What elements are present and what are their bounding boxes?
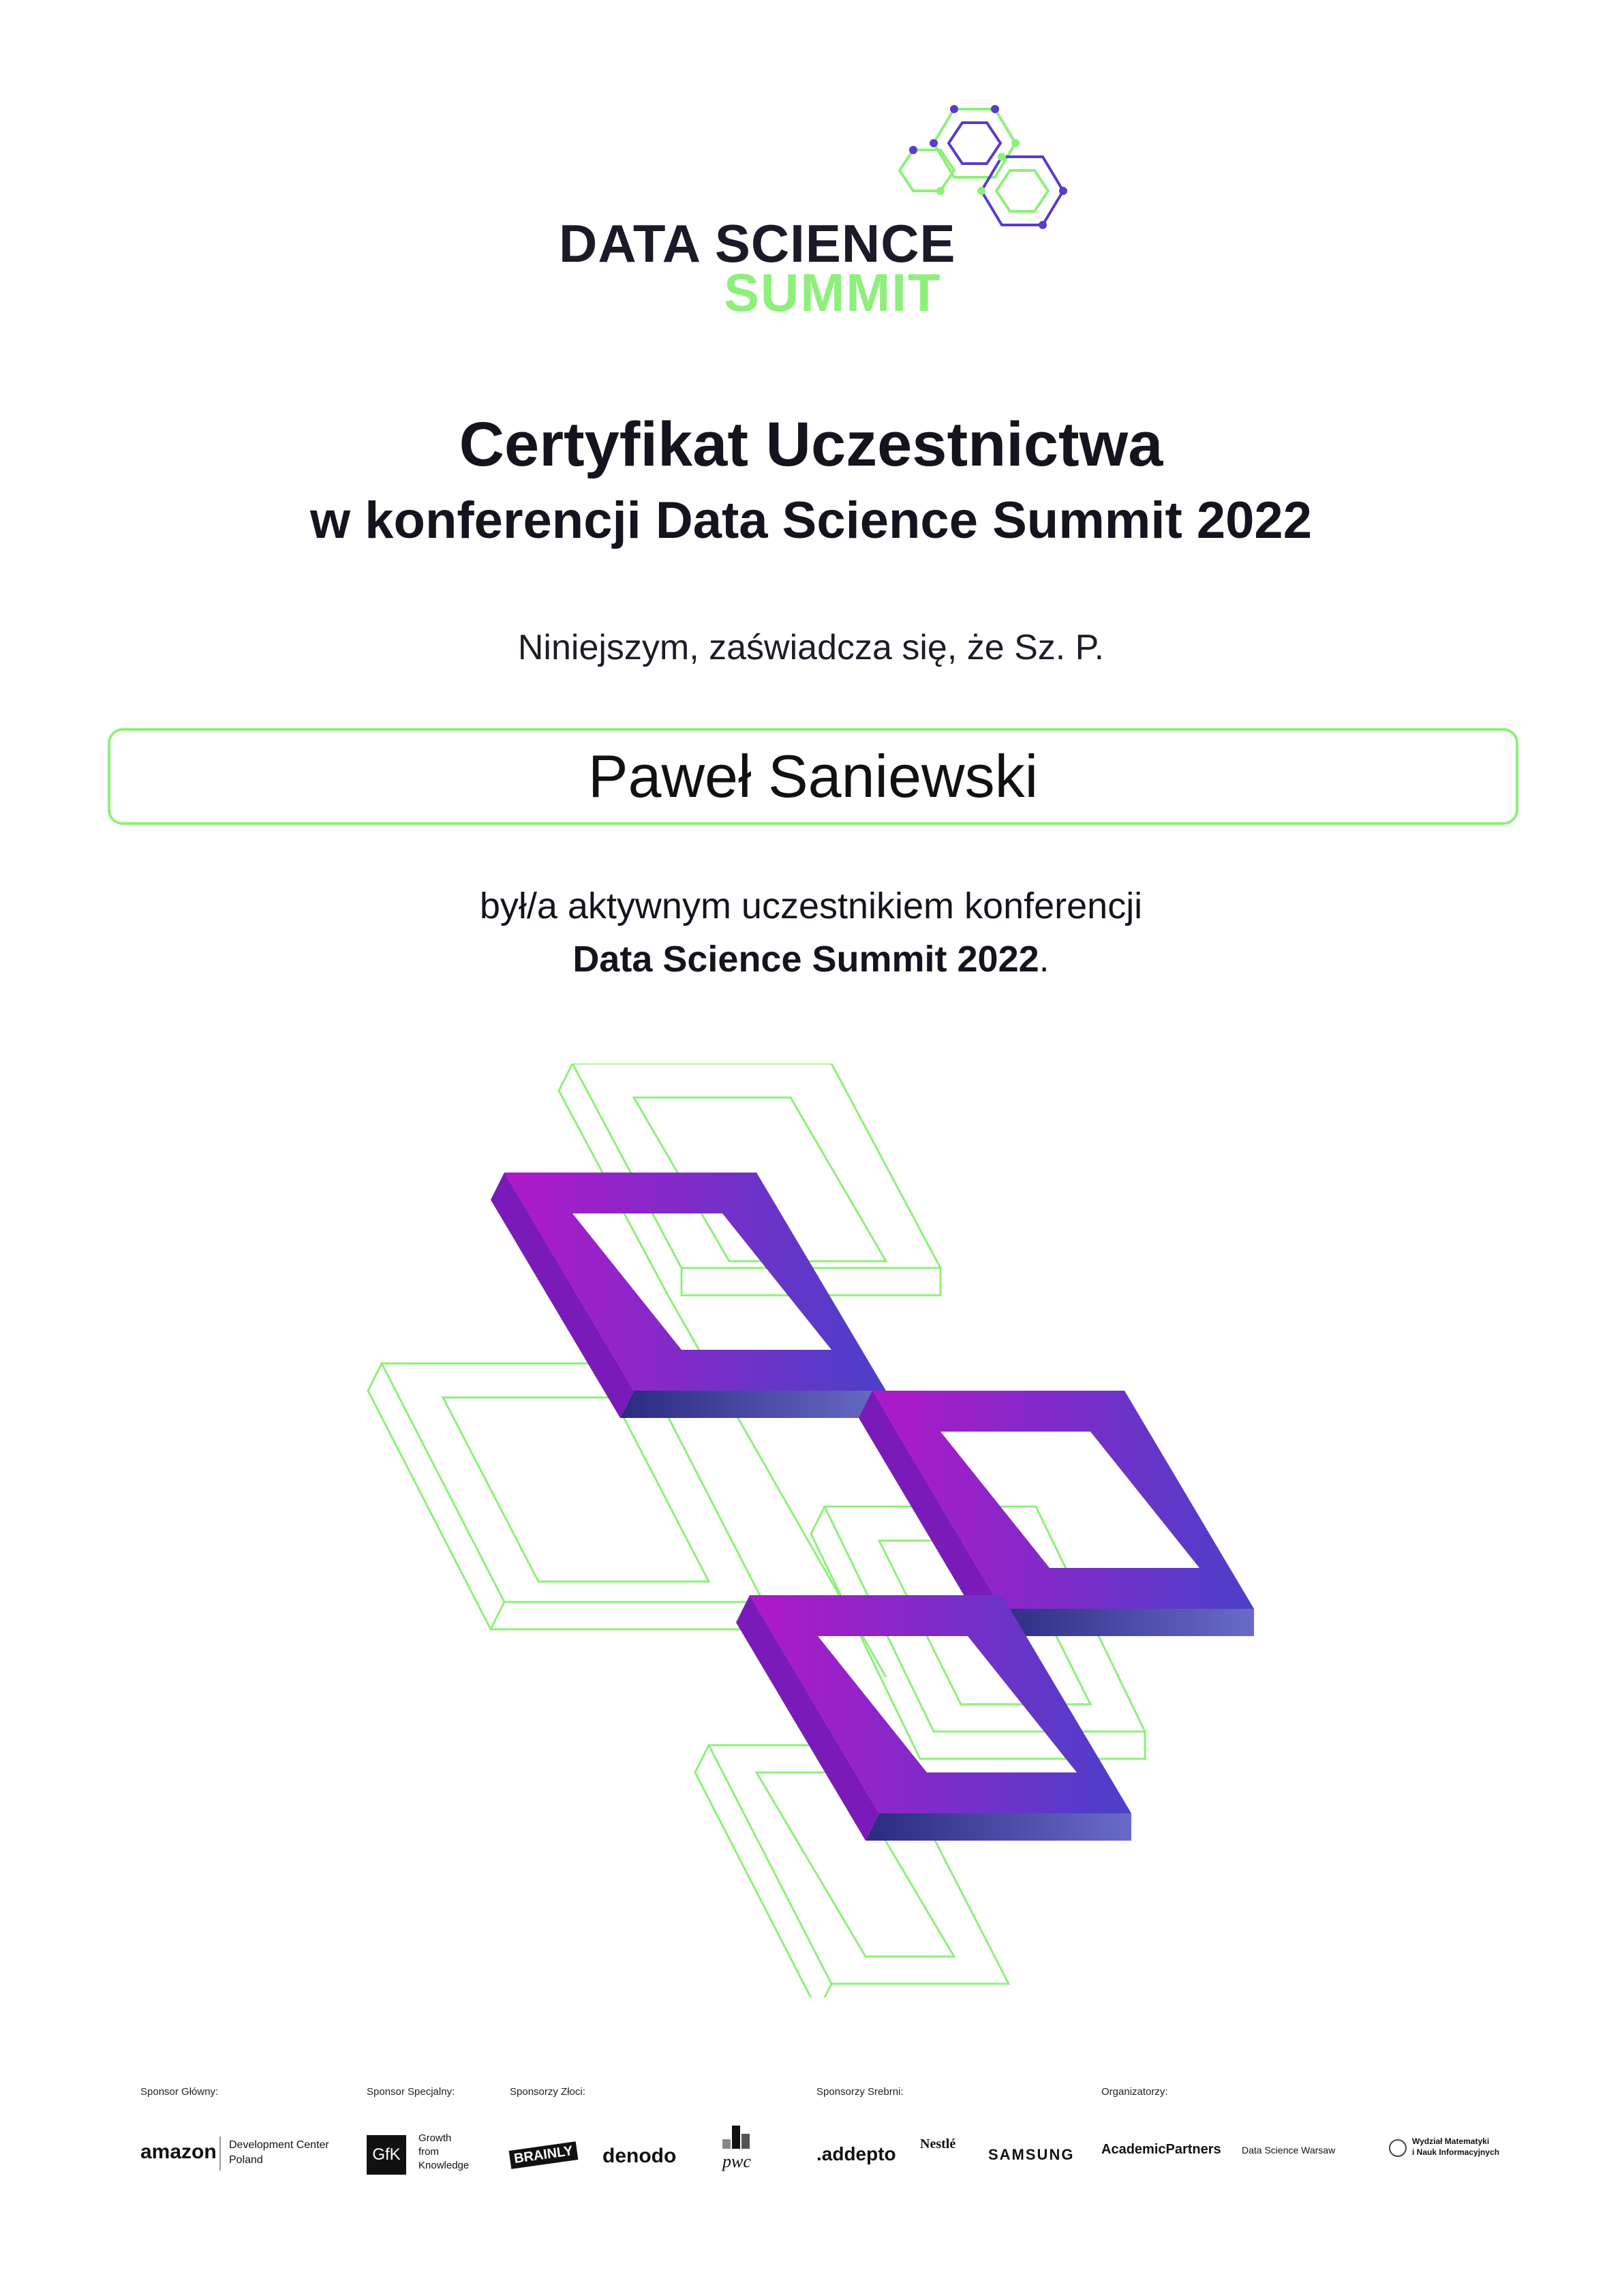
- nestle-logo: Nestlé: [920, 2136, 956, 2151]
- data-science-warsaw-logo: Data Science Warsaw: [1242, 2145, 1336, 2156]
- certificate-title: Certyfikat Uczestnictwa: [459, 410, 1163, 479]
- participant-name-box: Paweł Saniewski: [108, 728, 1518, 825]
- label-main-sponsor: Sponsor Główny:: [140, 2086, 219, 2098]
- faculty-name-line2: i Nauk Informacyjnych: [1412, 2147, 1500, 2157]
- logo-text-summit: SUMMIT: [724, 262, 942, 322]
- event-name-line: Data Science Summit 2022.: [0, 938, 1622, 980]
- amazon-sub-line1: Development Center: [229, 2139, 329, 2151]
- participation-statement: był/a aktywnym uczestnikiem konferencji: [479, 886, 1143, 926]
- pwc-logo: pwc: [722, 2151, 751, 2171]
- addepto-logo: .addepto: [816, 2143, 896, 2164]
- faculty-name-line1: Wydział Matematyki: [1412, 2136, 1490, 2146]
- label-gold-sponsors: Sponsorzy Złoci:: [510, 2086, 585, 2098]
- gfk-sub-line2: from: [418, 2146, 439, 2158]
- gfk-sub-line1: Growth: [418, 2132, 452, 2144]
- sponsors-footer: Sponsor Główny: Sponsor Specjalny: Spons…: [0, 2086, 1622, 2188]
- denodo-logo: denodo: [602, 2145, 677, 2167]
- event-suffix: .: [1039, 939, 1050, 980]
- label-silver-sponsors: Sponsorzy Srebrni:: [816, 2086, 904, 2098]
- decorative-cube-artwork: [367, 1063, 1254, 1997]
- samsung-logo: SAMSUNG: [988, 2146, 1075, 2163]
- participant-name: Paweł Saniewski: [587, 742, 1039, 810]
- gfk-logo: GfK: [367, 2135, 406, 2175]
- academic-partners-logo: AcademicPartners: [1101, 2142, 1221, 2157]
- amazon-divider: [219, 2136, 221, 2171]
- event-logo: DATA SCIENCE SUMMIT: [532, 95, 1090, 327]
- brainly-logo: BRAINLY: [508, 2141, 579, 2169]
- faculty-seal-icon: [1389, 2139, 1407, 2157]
- amazon-logo: amazon: [140, 2141, 217, 2163]
- certificate-subtitle: w konferencji Data Science Summit 2022: [310, 492, 1312, 549]
- gfk-sub-line3: Knowledge: [418, 2160, 470, 2171]
- amazon-sub-line2: Poland: [229, 2154, 263, 2166]
- pwc-icon: [722, 2126, 754, 2150]
- event-name: Data Science Summit 2022: [572, 939, 1039, 980]
- label-organizers: Organizatorzy:: [1101, 2086, 1168, 2098]
- certificate-intro: Niniejszym, zaświadcza się, że Sz. P.: [517, 628, 1105, 667]
- label-special-sponsor: Sponsor Specjalny:: [367, 2086, 455, 2098]
